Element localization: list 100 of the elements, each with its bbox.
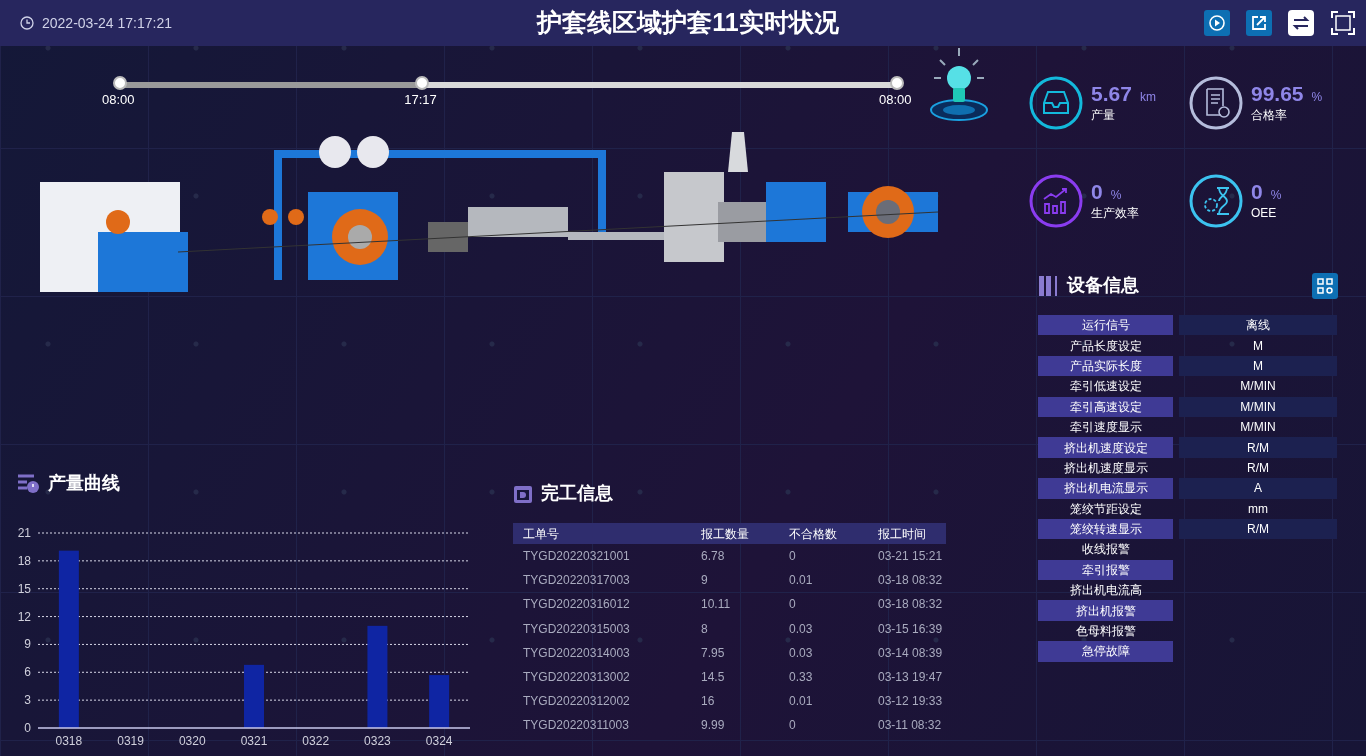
- column-header: 不合格数: [779, 523, 868, 544]
- time-label: 08:00: [879, 91, 912, 109]
- table-cell-text: 收线报警: [1080, 541, 1131, 559]
- section-title: 完工信息: [541, 482, 613, 505]
- axis-tick-label: 0: [24, 721, 31, 735]
- switch-button[interactable]: [1288, 10, 1314, 36]
- table-cell-text: 03-11 08:32: [877, 717, 943, 735]
- grid-view-button[interactable]: [1312, 272, 1338, 299]
- kpi-value: 0: [1091, 180, 1103, 202]
- column-header: 报工数量: [691, 523, 779, 544]
- axis-tick-label: 0322: [302, 734, 330, 748]
- bar-chart-icon: [1029, 174, 1083, 228]
- bar: [429, 675, 450, 728]
- table-cell-text: 0: [788, 596, 797, 614]
- table-cell-text: TYGD20220317003: [522, 572, 631, 590]
- axis-tick-label: 0320: [178, 734, 206, 748]
- table-cell-text: 笼绞节距设定: [1068, 500, 1143, 518]
- table-cell: 挤出机报警: [1038, 600, 1173, 621]
- table-cell: 运行信号: [1038, 315, 1173, 336]
- table-cell-text: 14.5: [700, 669, 726, 687]
- kpi-unit: km: [1139, 88, 1156, 106]
- inbox-icon: [1029, 76, 1083, 130]
- datetime: 2022-03-24 17:17:21: [42, 13, 172, 33]
- table-cell: M/MIN: [1179, 396, 1337, 417]
- table-cell: 挤出机速度设定: [1038, 437, 1173, 458]
- table-cell: 笼绞转速显示: [1038, 518, 1173, 540]
- table-cell: 产品实际长度: [1038, 355, 1173, 377]
- slider-thumb: [113, 76, 127, 90]
- table-cell-text: 挤出机电流高: [1068, 582, 1143, 600]
- table-cell-text: 挤出机速度显示: [1062, 459, 1149, 477]
- kpi-label: 生产效率: [1091, 204, 1139, 222]
- axis-tick-label: 6: [24, 665, 31, 680]
- axis-tick-label: 18: [17, 553, 31, 568]
- table-cell-text: TYGD20220314003: [522, 644, 631, 662]
- axis-tick-label: 0319: [117, 734, 144, 748]
- axis-tick-label: 9: [24, 637, 31, 652]
- kpi-value: 99.65: [1251, 82, 1304, 104]
- table-cell-text: 牵引速度显示: [1068, 419, 1143, 437]
- kpi-label: 产量: [1091, 106, 1116, 124]
- table-cell-text: 10.11: [700, 596, 732, 614]
- table-cell-text: 0.03: [788, 644, 814, 662]
- section-title: 设备信息: [1067, 274, 1139, 297]
- kpi-unit: %: [1110, 186, 1122, 204]
- table-cell: 03-21 15:21: [868, 544, 946, 569]
- axis-tick-label: 0324: [425, 734, 453, 748]
- axis-tick-label: 21: [17, 527, 31, 540]
- table-cell-text: M/MIN: [1239, 419, 1277, 437]
- column-header: 报工时间: [868, 523, 946, 544]
- axis-tick-label: 3: [24, 693, 31, 708]
- table-cell-text: 03-18 08:32: [877, 596, 944, 614]
- table-cell-text: mm: [1247, 500, 1269, 518]
- table-cell-text: 0: [788, 717, 797, 735]
- time-label: 08:00: [102, 91, 135, 109]
- slider-thumb: [890, 76, 904, 90]
- document-check-icon: [1189, 76, 1243, 130]
- table-cell-text: TYGD20220311003: [522, 717, 630, 735]
- table-cell-text: 03-12 19:33: [877, 693, 944, 711]
- clock-icon: [20, 16, 34, 30]
- table-cell: 6.78: [691, 544, 779, 569]
- table-cell: 离线: [1179, 315, 1337, 336]
- kpi-unit: %: [1311, 88, 1323, 106]
- table-cell: 挤出机电流显示: [1038, 478, 1173, 499]
- axis-tick-label: 15: [17, 581, 31, 596]
- list-clock-icon: [18, 473, 40, 494]
- kpi-label: 合格率: [1251, 106, 1288, 124]
- axis-tick-label: 12: [17, 609, 31, 624]
- table-cell-text: 03-15 16:39: [877, 620, 944, 638]
- table-cell-text: M: [1252, 337, 1264, 355]
- table-cell-text: 03-14 08:39: [877, 644, 944, 662]
- table-cell-text: 9: [700, 572, 709, 590]
- table-cell-text: 产品长度设定: [1068, 337, 1143, 355]
- table-cell-text: 9.99: [700, 717, 726, 735]
- time-label: 17:17: [404, 91, 437, 109]
- kpi-label: OEE: [1251, 204, 1278, 222]
- calendar-icon: [513, 483, 533, 504]
- column-header: 工单号: [513, 523, 691, 544]
- table-cell-text: TYGD20220312002: [522, 693, 631, 711]
- table-cell-text: 03-18 08:32: [877, 572, 944, 590]
- table-cell-text: 牵引低速设定: [1068, 378, 1143, 396]
- axis-tick-label: 0318: [55, 734, 83, 748]
- table-cell: 牵引报警: [1038, 559, 1173, 581]
- kpi-value: 5.67: [1091, 82, 1132, 104]
- table-cell: A: [1179, 478, 1337, 499]
- table-cell-text: 色母料报警: [1074, 623, 1137, 641]
- table-cell-text: TYGD20220316012: [522, 596, 631, 614]
- table-cell: 急停故障: [1038, 641, 1173, 662]
- table-cell-text: 0.33: [788, 669, 814, 687]
- kpi-value: 0: [1251, 180, 1263, 202]
- chart-title: 产量曲线: [48, 472, 120, 495]
- table-cell: TYGD20220321001: [513, 544, 691, 569]
- axis-tick-label: 0321: [240, 734, 268, 748]
- play-button[interactable]: [1204, 10, 1230, 36]
- kpi-unit: %: [1270, 186, 1282, 204]
- page-title: 护套线区域护套11实时状况: [537, 7, 839, 39]
- table-cell-text: 03-13 19:47: [877, 669, 944, 687]
- fullscreen-button[interactable]: [1330, 10, 1356, 36]
- export-button[interactable]: [1246, 10, 1272, 36]
- table-cell-text: 0.01: [788, 572, 814, 590]
- table-cell-text: 7.95: [700, 644, 726, 662]
- table-cell-text: M/MIN: [1239, 378, 1277, 396]
